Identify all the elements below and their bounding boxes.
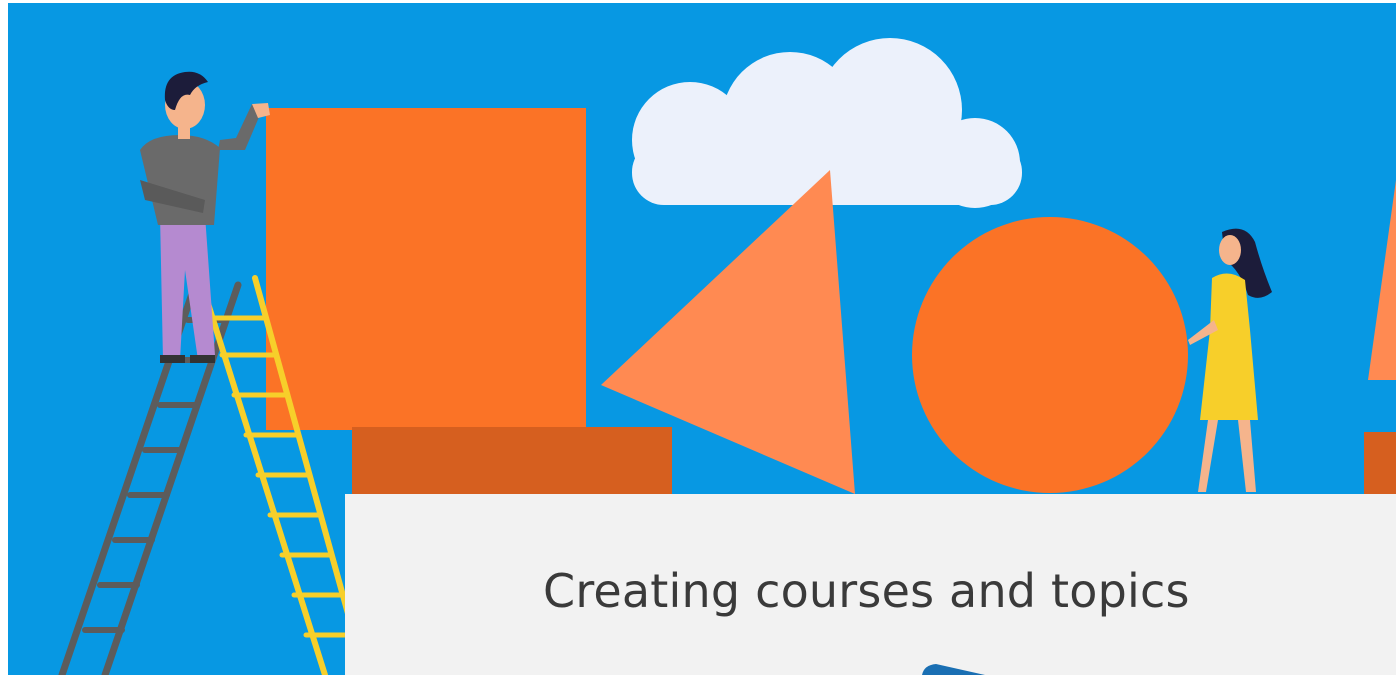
orange-square	[266, 108, 586, 430]
top-white-edge	[0, 0, 1396, 3]
hero-banner: Creating courses and topics	[0, 0, 1396, 675]
page-title: Creating courses and topics	[543, 564, 1190, 618]
orange-circle	[912, 217, 1188, 493]
left-white-edge	[0, 0, 8, 675]
right-edge-block	[1364, 432, 1396, 502]
title-card: Creating courses and topics	[345, 494, 1396, 675]
